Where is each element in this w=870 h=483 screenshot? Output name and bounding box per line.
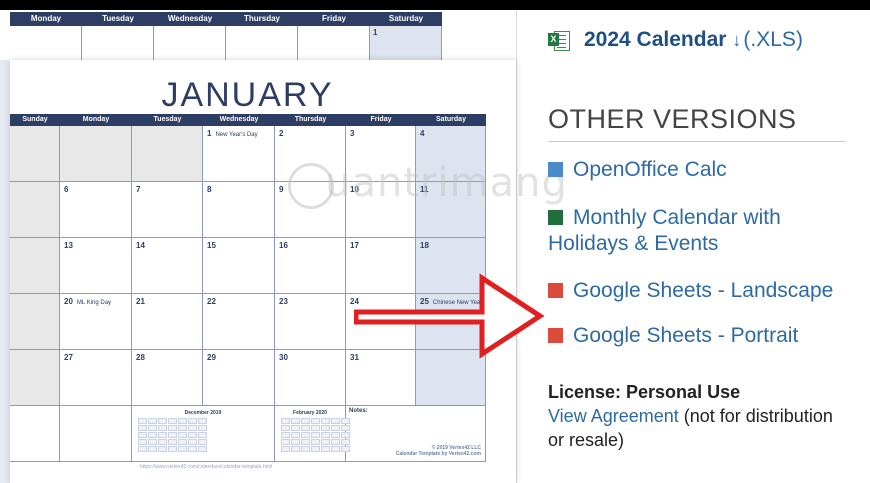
day-header: Tuesday bbox=[102, 14, 134, 23]
calendar-edge-shadow bbox=[0, 60, 10, 483]
day-cell: 23 bbox=[275, 294, 346, 350]
heading-divider bbox=[548, 141, 846, 142]
download-title: 2024 Calendar bbox=[584, 28, 727, 51]
day-header: Sunday bbox=[22, 116, 48, 123]
day-cell: 16 bbox=[275, 238, 346, 294]
day-cell bbox=[10, 238, 60, 294]
day-cell bbox=[10, 126, 60, 182]
version-label: OpenOffice Calc bbox=[573, 158, 727, 181]
day-header: Friday bbox=[370, 116, 392, 123]
date-number: 1 bbox=[207, 129, 212, 138]
mini-calendar-grid bbox=[281, 418, 350, 452]
download-xls-link[interactable]: X 2024 Calendar ↓ (.XLS) bbox=[548, 28, 803, 52]
version-label: Google Sheets - Landscape bbox=[573, 279, 834, 302]
day-header: Wednesday bbox=[219, 116, 259, 123]
day-header: Saturday bbox=[436, 116, 466, 123]
day-cell: 15 bbox=[203, 238, 275, 294]
day-header: Monday bbox=[82, 116, 110, 123]
google-sheets-icon bbox=[548, 283, 563, 298]
mini-calendar-title: December 2019 bbox=[184, 410, 222, 416]
mini-calendar-december: December 2019 bbox=[132, 406, 275, 462]
day-cell bbox=[226, 26, 298, 62]
version-link-openoffice[interactable]: OpenOffice Calc bbox=[548, 157, 727, 183]
day-cell: 14 bbox=[132, 238, 203, 294]
day-cell: 8 bbox=[203, 182, 275, 238]
day-cell bbox=[10, 182, 60, 238]
day-cell bbox=[132, 126, 203, 182]
template-credit-link: Calendar Template by Vertex42.com bbox=[395, 451, 481, 457]
day-cell bbox=[82, 26, 154, 62]
notes-label: Notes: bbox=[349, 408, 368, 414]
license-info: License: Personal Use View Agreement (no… bbox=[548, 380, 848, 452]
background-calendar-header: Monday Tuesday Wednesday Thursday Friday… bbox=[10, 12, 442, 26]
background-calendar-preview: Monday Tuesday Wednesday Thursday Friday… bbox=[10, 12, 442, 62]
mini-calendar-grid bbox=[138, 418, 268, 452]
day-cell bbox=[298, 26, 370, 62]
copyright-credit: © 2019 Vertex42 LLC Calendar Template by… bbox=[396, 445, 481, 457]
calendar-footer-row: December 2019 February 2020 Notes: © 201… bbox=[10, 406, 486, 462]
day-cell: 22 bbox=[203, 294, 275, 350]
download-extension: (.XLS) bbox=[743, 28, 803, 51]
openoffice-icon bbox=[548, 162, 563, 177]
day-header: Wednesday bbox=[167, 14, 213, 23]
day-cell: 20 ML King Day bbox=[60, 294, 132, 350]
view-agreement-link[interactable]: View Agreement bbox=[548, 406, 679, 426]
day-cell bbox=[154, 26, 226, 62]
red-arrow-icon bbox=[354, 273, 544, 359]
license-label: License: Personal Use bbox=[548, 382, 741, 402]
day-cell: 7 bbox=[132, 182, 203, 238]
day-cell bbox=[60, 126, 132, 182]
day-header: Monday bbox=[30, 14, 62, 23]
mini-calendar-february: February 2020 bbox=[275, 406, 350, 462]
version-link-sheets-portrait[interactable]: Google Sheets - Portrait bbox=[548, 323, 798, 349]
top-border bbox=[0, 0, 870, 10]
day-header: Friday bbox=[321, 14, 346, 23]
watermark-label: uantrimang bbox=[325, 160, 568, 206]
footer-blank bbox=[60, 406, 132, 462]
day-cell: 1 bbox=[370, 26, 442, 62]
column-divider bbox=[516, 10, 517, 483]
notes-box: Notes: © 2019 Vertex42 LLC Calendar Temp… bbox=[346, 406, 486, 462]
version-link-sheets-landscape[interactable]: Google Sheets - Landscape bbox=[548, 278, 833, 304]
version-link-monthly-holidays[interactable]: Monthly Calendar with Holidays & Events bbox=[548, 205, 848, 257]
day-header: Tuesday bbox=[153, 116, 182, 123]
watermark-text: uantrimang bbox=[284, 160, 568, 206]
weekday-header-row: Sunday Monday Tuesday Wednesday Thursday… bbox=[10, 114, 486, 126]
month-title: JANUARY bbox=[161, 76, 334, 114]
footer-blank bbox=[10, 406, 60, 462]
background-calendar-row: 1 bbox=[10, 26, 442, 62]
holiday-label: ML King Day bbox=[76, 300, 112, 306]
holiday-label: New Year's Day bbox=[215, 132, 258, 138]
mini-calendar-title: February 2020 bbox=[293, 410, 327, 416]
day-cell: 6 bbox=[60, 182, 132, 238]
day-header: Saturday bbox=[388, 14, 424, 23]
day-cell: 29 bbox=[203, 350, 275, 406]
excel-file-icon: X bbox=[548, 29, 570, 51]
day-cell bbox=[10, 294, 60, 350]
day-cell: 28 bbox=[132, 350, 203, 406]
day-header: Thursday bbox=[294, 116, 327, 123]
day-cell bbox=[10, 26, 82, 62]
download-arrow-icon: ↓ bbox=[732, 29, 742, 50]
day-cell bbox=[10, 350, 60, 406]
day-cell: 13 bbox=[60, 238, 132, 294]
day-cell: 27 bbox=[60, 350, 132, 406]
day-header: Thursday bbox=[243, 14, 280, 23]
excel-icon bbox=[548, 210, 563, 225]
date-number: 20 bbox=[64, 297, 73, 306]
day-cell: 21 bbox=[132, 294, 203, 350]
template-url: https://www.vertex42.com/calendars/calen… bbox=[140, 464, 273, 470]
other-versions-heading: OTHER VERSIONS bbox=[548, 104, 797, 134]
day-cell: 30 bbox=[275, 350, 346, 406]
day-cell: 1 New Year's Day bbox=[203, 126, 275, 182]
version-label: Google Sheets - Portrait bbox=[573, 324, 799, 347]
month-grid: Sunday Monday Tuesday Wednesday Thursday… bbox=[10, 114, 486, 406]
google-sheets-icon bbox=[548, 328, 563, 343]
version-label: Monthly Calendar with Holidays & Events bbox=[548, 206, 781, 255]
